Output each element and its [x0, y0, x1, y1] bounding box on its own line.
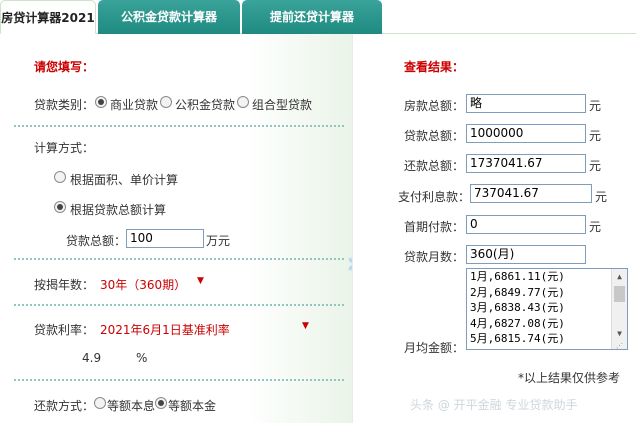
down-payment-label: 首期付款： — [404, 220, 465, 234]
loan-total-label: 贷款总额： — [66, 234, 127, 248]
interest-label: 支付利息款： — [398, 190, 471, 204]
repay-method-label: 还款方式： — [34, 399, 95, 413]
rate-select[interactable]: 2021年6月1日基准利率 — [100, 321, 230, 338]
loan-total-unit: 万元 — [206, 234, 231, 248]
loan-total-input[interactable]: 100 — [126, 229, 204, 248]
result-loan-total-label: 贷款总额： — [404, 129, 465, 143]
divider — [14, 258, 344, 260]
monthly-label: 月均金额： — [404, 341, 465, 355]
tab-provident-fund-calculator[interactable]: 公积金贷款计算器 — [98, 0, 240, 34]
unit-label: 元 — [589, 159, 602, 173]
down-payment-field: 0 — [466, 215, 586, 234]
option-by-loan-total[interactable]: 根据贷款总额计算 — [70, 201, 166, 218]
unit-label: 元 — [589, 99, 602, 113]
unit-label: 元 — [589, 220, 602, 234]
radio-commercial-loan[interactable] — [95, 96, 107, 108]
chevron-right-icon: ›› — [346, 246, 360, 281]
option-equal-principal[interactable]: 等额本金 — [168, 397, 216, 414]
resize-grip-icon[interactable]: ⋰ — [616, 342, 626, 349]
scroll-up-icon[interactable]: ▲ — [612, 269, 627, 284]
interest-field: 737041.67 — [470, 184, 592, 203]
house-total-label: 房款总额： — [404, 99, 465, 113]
option-combined-loan[interactable]: 组合型贷款 — [252, 96, 312, 113]
scrollbar-thumb[interactable] — [614, 286, 625, 302]
input-header: 请您填写： — [34, 60, 95, 74]
calc-method-label: 计算方式： — [34, 141, 95, 155]
radio-equal-principal[interactable] — [155, 397, 167, 409]
option-provident-loan[interactable]: 公积金贷款 — [175, 96, 235, 113]
house-total-field: 略 — [466, 94, 586, 113]
divider — [14, 379, 344, 381]
rate-number-input[interactable]: 4.9 — [82, 351, 101, 365]
rate-label: 贷款利率： — [34, 323, 95, 337]
years-select[interactable]: 30年（360期） — [100, 276, 186, 293]
divider — [14, 125, 344, 127]
years-label: 按揭年数： — [34, 278, 95, 292]
divider — [14, 304, 344, 306]
results-header: 查看结果： — [404, 60, 465, 74]
radio-by-loan-total[interactable] — [54, 201, 66, 213]
scroll-down-icon[interactable]: ▼ — [612, 326, 627, 341]
list-item: 5月,6815.74(元) — [470, 332, 565, 345]
months-field: 360(月) — [466, 245, 586, 264]
scrollbar[interactable]: ▲ ▼ — [611, 269, 627, 349]
months-label: 贷款月数： — [404, 250, 465, 264]
watermark: 头条 @ 开平金融 专业贷款助手 — [410, 398, 578, 412]
unit-label: 元 — [589, 129, 602, 143]
disclaimer: *以上结果仅供参考 — [518, 371, 621, 385]
unit-label: 元 — [595, 190, 608, 204]
radio-by-area-price[interactable] — [54, 171, 66, 183]
rate-unit: % — [136, 351, 148, 365]
option-equal-installment[interactable]: 等额本息 — [107, 397, 155, 414]
option-commercial-loan[interactable]: 商业贷款 — [110, 96, 158, 113]
repay-total-field: 1737041.67 — [466, 154, 586, 173]
monthly-payment-list[interactable]: 1月,6861.11(元) 2月,6849.77(元) 3月,6838.43(元… — [466, 268, 628, 350]
radio-combined-loan[interactable] — [237, 96, 249, 108]
chevron-down-icon[interactable]: ▼ — [302, 321, 309, 331]
list-item: 3月,6838.43(元) — [470, 301, 565, 314]
radio-provident-loan[interactable] — [160, 96, 172, 108]
tab-bar: 房贷计算器2021 公积金贷款计算器 提前还贷计算器 — [0, 0, 636, 34]
repay-total-label: 还款总额： — [404, 159, 465, 173]
radio-equal-installment[interactable] — [94, 397, 106, 409]
tab-prepayment-calculator[interactable]: 提前还贷计算器 — [242, 0, 382, 34]
tab-mortgage-calculator[interactable]: 房贷计算器2021 — [0, 0, 96, 34]
result-loan-total-field: 1000000 — [466, 124, 586, 143]
list-item: 2月,6849.77(元) — [470, 285, 565, 299]
list-item: 1月,6861.11(元) — [470, 270, 565, 283]
chevron-down-icon[interactable]: ▼ — [197, 276, 204, 286]
list-item: 4月,6827.08(元) — [470, 316, 565, 330]
option-by-area-price[interactable]: 根据面积、单价计算 — [70, 171, 178, 188]
loan-type-label: 贷款类别： — [34, 98, 95, 112]
